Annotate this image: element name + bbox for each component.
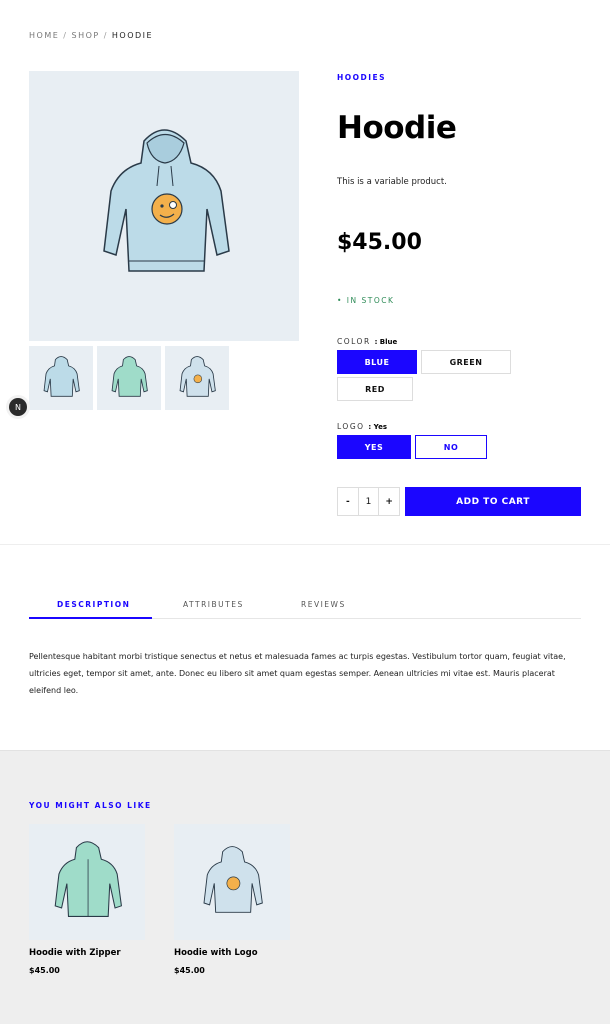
hoodie-zipper-image xyxy=(54,841,122,917)
related-product-name[interactable]: Hoodie with Zipper xyxy=(29,948,145,958)
related-product-card[interactable]: Hoodie with Logo $45.00 xyxy=(174,824,290,975)
hoodie-logo-image xyxy=(103,129,230,272)
logo-label: LOGO xyxy=(337,422,365,431)
related-products-title: YOU MIGHT ALSO LIKE xyxy=(29,801,152,810)
related-product-card[interactable]: Hoodie with Zipper $45.00 xyxy=(29,824,145,975)
breadcrumb-home[interactable]: HOME xyxy=(29,31,59,40)
breadcrumb-shop[interactable]: SHOP xyxy=(71,31,99,40)
hoodie-logo-image xyxy=(203,846,263,913)
thumbnail-1[interactable] xyxy=(29,346,93,410)
tab-description[interactable]: DESCRIPTION xyxy=(57,600,130,609)
tab-reviews[interactable]: REVIEWS xyxy=(301,600,346,609)
product-main-image[interactable] xyxy=(29,71,299,341)
breadcrumb-current: HOODIE xyxy=(111,31,154,40)
breadcrumb-separator: / xyxy=(63,31,68,40)
color-attribute-label: COLOR : Blue xyxy=(337,337,397,346)
breadcrumb-separator: / xyxy=(103,31,108,40)
product-price: $45.00 xyxy=(337,230,422,255)
nav-badge-button[interactable]: N xyxy=(9,398,27,416)
logo-option-no[interactable]: NO xyxy=(415,435,487,459)
related-product-image[interactable] xyxy=(29,824,145,940)
product-thumbnails xyxy=(29,346,229,410)
color-label: COLOR xyxy=(337,337,371,346)
stock-status: • IN STOCK xyxy=(337,296,395,305)
related-product-image[interactable] xyxy=(174,824,290,940)
color-selected-value: : Blue xyxy=(374,338,398,346)
quantity-stepper: - 1 + xyxy=(337,487,400,516)
logo-option-yes[interactable]: YES xyxy=(337,435,411,459)
related-products-section: YOU MIGHT ALSO LIKE Hoodie with Zipper $… xyxy=(0,750,610,1024)
logo-attribute-label: LOGO : Yes xyxy=(337,422,387,431)
related-product-price: $45.00 xyxy=(174,966,205,975)
color-option-red[interactable]: RED xyxy=(337,377,413,401)
breadcrumb: HOME / SHOP / HOODIE xyxy=(29,31,153,40)
logo-selected-value: : Yes xyxy=(368,423,387,431)
quantity-decrease-button[interactable]: - xyxy=(338,497,358,507)
quantity-input[interactable]: 1 xyxy=(357,488,380,515)
active-tab-indicator xyxy=(29,617,152,619)
description-text: Pellentesque habitant morbi tristique se… xyxy=(29,652,566,695)
related-product-name[interactable]: Hoodie with Logo xyxy=(174,948,290,958)
hoodie-thumbnail-image xyxy=(43,356,80,397)
related-product-price: $45.00 xyxy=(29,966,60,975)
hoodie-thumbnail-image xyxy=(111,356,148,397)
product-category[interactable]: HOODIES xyxy=(337,73,386,82)
product-short-description: This is a variable product. xyxy=(337,177,447,187)
section-divider xyxy=(0,544,610,545)
color-option-blue[interactable]: BLUE xyxy=(337,350,417,374)
quantity-increase-button[interactable]: + xyxy=(379,497,399,507)
tab-attributes[interactable]: ATTRIBUTES xyxy=(183,600,244,609)
product-title: Hoodie xyxy=(337,110,457,146)
hoodie-thumbnail-image xyxy=(179,356,216,397)
thumbnail-3[interactable] xyxy=(165,346,229,410)
product-tabs: DESCRIPTION ATTRIBUTES REVIEWS xyxy=(29,596,581,619)
color-option-green[interactable]: GREEN xyxy=(421,350,511,374)
add-to-cart-button[interactable]: ADD TO CART xyxy=(405,487,581,516)
thumbnail-2[interactable] xyxy=(97,346,161,410)
